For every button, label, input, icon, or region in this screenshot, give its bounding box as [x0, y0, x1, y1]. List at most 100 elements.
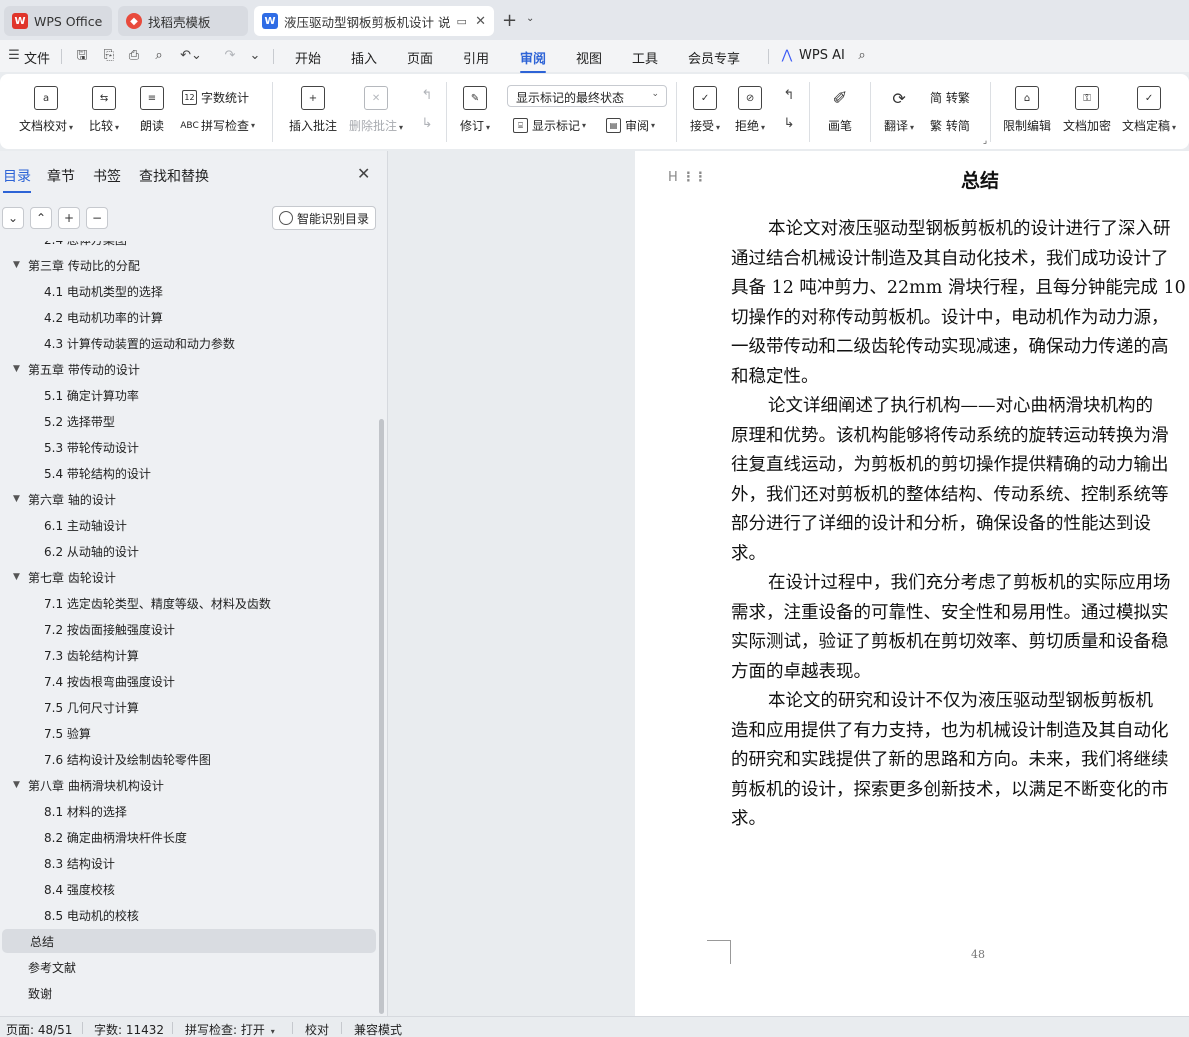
compare-button[interactable]: ⇆ 比较 ▾: [89, 86, 119, 134]
pen-button[interactable]: ✐ 画笔: [828, 86, 852, 134]
doc-proof-button[interactable]: a 文档校对 ▾: [19, 86, 73, 134]
spell-check-status[interactable]: 拼写检查: 打开 ▾: [185, 1021, 275, 1037]
scrollbar[interactable]: [379, 419, 384, 1014]
toc-chapter-item[interactable]: 参考文献: [0, 955, 376, 979]
toc-section-item[interactable]: 8.1 材料的选择: [0, 799, 376, 823]
toc-section-item[interactable]: 8.2 确定曲柄滑块杆件长度: [0, 825, 376, 849]
tab-docer-templates[interactable]: ◆ 找稻壳模板: [118, 6, 248, 36]
toc-section-item[interactable]: 7.4 按齿根弯曲强度设计: [0, 669, 376, 693]
reject-button[interactable]: ⊘ 拒绝 ▾: [735, 86, 765, 134]
nav-tab-bookmarks[interactable]: 书签: [93, 166, 121, 186]
wps-ai-button[interactable]: WPS AI: [799, 48, 845, 63]
toc-chapter-item[interactable]: 总结: [2, 929, 376, 953]
file-menu[interactable]: 文件: [24, 48, 50, 67]
toc-section-item[interactable]: 7.6 结构设计及绘制齿轮零件图: [0, 747, 376, 771]
menu-tab-reference[interactable]: 引用: [463, 48, 489, 67]
document-page[interactable]: H ⋮⋮ 总结 本论文对液压驱动型钢板剪板机的设计进行了深入研 通过结合机械设计制造…: [635, 151, 1189, 1016]
menu-tab-tools[interactable]: 工具: [632, 48, 658, 67]
toc-section-item[interactable]: 2.4 总体方案图: [0, 241, 376, 251]
toc-chapter-item[interactable]: ▼ 第六章 轴的设计: [0, 487, 376, 511]
toc-section-item[interactable]: 5.1 确定计算功率: [0, 383, 376, 407]
expand-arrow-icon[interactable]: ▼: [13, 364, 20, 374]
toc-section-item[interactable]: 8.5 电动机的校核: [0, 903, 376, 927]
show-markup-button[interactable]: ⌸ 显示标记 ▾: [513, 117, 586, 134]
translate-button[interactable]: ⟳ 翻译 ▾: [884, 86, 914, 134]
toc-section-item[interactable]: 5.2 选择带型: [0, 409, 376, 433]
new-tab-plus-icon[interactable]: +: [502, 10, 517, 31]
finalize-doc-button[interactable]: ✓ 文档定稿 ▾: [1122, 86, 1176, 134]
smart-toc-button[interactable]: 智能识别目录: [272, 206, 376, 230]
track-changes-button[interactable]: ✎ 修订 ▾: [460, 86, 490, 134]
expand-arrow-icon[interactable]: ▼: [13, 572, 20, 582]
toc-section-item[interactable]: 7.5 几何尺寸计算: [0, 695, 376, 719]
toc-section-item[interactable]: 4.1 电动机类型的选择: [0, 279, 376, 303]
expand-arrow-icon[interactable]: ▼: [13, 260, 20, 270]
print-preview-icon[interactable]: ⌕: [151, 49, 167, 63]
undo-icon[interactable]: ↶⌄: [179, 49, 203, 63]
toc-section-item[interactable]: 7.3 齿轮结构计算: [0, 643, 376, 667]
expand-up-button[interactable]: ⌃: [30, 207, 52, 229]
word-count-button[interactable]: 12 字数统计: [182, 89, 249, 106]
menu-tab-membership[interactable]: 会员专享: [688, 48, 740, 67]
menu-tab-start[interactable]: 开始: [295, 48, 321, 67]
search-icon[interactable]: ⌕: [854, 49, 870, 63]
toc-section-item[interactable]: 7.1 选定齿轮类型、精度等级、材料及齿数: [0, 591, 376, 615]
review-pane-button[interactable]: ▤ 审阅 ▾: [606, 117, 655, 134]
toc-section-item[interactable]: 6.2 从动轴的设计: [0, 539, 376, 563]
read-aloud-button[interactable]: ≡ 朗读: [140, 86, 164, 134]
spell-check-button[interactable]: ABC 拼写检查 ▾: [180, 117, 255, 134]
previous-change-icon[interactable]: ↰: [781, 89, 797, 103]
menu-tab-view[interactable]: 视图: [576, 48, 602, 67]
toc-chapter-item[interactable]: 致谢: [0, 981, 376, 1005]
delete-comment-button[interactable]: ✕ 删除批注 ▾: [349, 86, 403, 134]
toc-section-item[interactable]: 5.4 带轮结构的设计: [0, 461, 376, 485]
markup-state-select[interactable]: 显示标记的最终状态 ⌄: [507, 85, 667, 107]
page-indicator[interactable]: 页面: 48/51: [6, 1021, 72, 1037]
toc-section-item[interactable]: 7.5 验算: [0, 721, 376, 745]
toc-chapter-item[interactable]: ▼ 第八章 曲柄滑块机构设计: [0, 773, 376, 797]
hamburger-menu-icon[interactable]: ☰: [6, 49, 22, 63]
toc-section-item[interactable]: 5.3 带轮传动设计: [0, 435, 376, 459]
previous-comment-icon[interactable]: ↰: [419, 89, 435, 103]
close-icon[interactable]: ✕: [475, 14, 486, 29]
nav-tab-sections[interactable]: 章节: [47, 166, 75, 186]
menu-tab-review[interactable]: 审阅: [520, 48, 547, 73]
insert-comment-button[interactable]: + 插入批注: [289, 86, 337, 134]
monitor-icon[interactable]: ▭: [456, 15, 466, 28]
toc-section-item[interactable]: 6.1 主动轴设计: [0, 513, 376, 537]
toc-section-item[interactable]: 4.2 电动机功率的计算: [0, 305, 376, 329]
expand-arrow-icon[interactable]: ▼: [13, 494, 20, 504]
next-change-icon[interactable]: ↳: [781, 117, 797, 131]
restrict-edit-button[interactable]: ⌂ 限制编辑: [1003, 86, 1051, 134]
menu-tab-insert[interactable]: 插入: [351, 48, 377, 67]
tab-wps-office[interactable]: W WPS Office: [4, 6, 112, 36]
proofread-status[interactable]: 校对: [305, 1021, 329, 1037]
chevron-down-icon[interactable]: ⌄: [247, 49, 263, 63]
toc-section-item[interactable]: 8.4 强度校核: [0, 877, 376, 901]
menu-tab-page[interactable]: 页面: [407, 48, 433, 67]
toc-chapter-item[interactable]: ▼ 第五章 带传动的设计: [0, 357, 376, 381]
remove-heading-button[interactable]: −: [86, 207, 108, 229]
redo-icon[interactable]: ↷: [222, 49, 238, 63]
toc-chapter-item[interactable]: ▼ 第七章 齿轮设计: [0, 565, 376, 589]
nav-tab-find-replace[interactable]: 查找和替换: [139, 166, 209, 186]
share-icon[interactable]: ⎘: [101, 49, 117, 63]
tab-current-document[interactable]: W 液压驱动型钢板剪板机设计 说 ▭ ✕: [254, 6, 494, 36]
print-icon[interactable]: ⎙: [126, 49, 142, 63]
toc-chapter-item[interactable]: ▼ 第三章 传动比的分配: [0, 253, 376, 277]
toc-section-item[interactable]: 7.2 按齿面接触强度设计: [0, 617, 376, 641]
add-heading-button[interactable]: +: [58, 207, 80, 229]
next-comment-icon[interactable]: ↳: [419, 117, 435, 131]
word-count-status[interactable]: 字数: 11432: [94, 1021, 164, 1037]
nav-tab-toc[interactable]: 目录: [3, 166, 31, 193]
accept-button[interactable]: ✓ 接受 ▾: [690, 86, 720, 134]
close-icon[interactable]: ✕: [357, 164, 370, 183]
encrypt-doc-button[interactable]: ⚿ 文档加密: [1063, 86, 1111, 134]
document-canvas[interactable]: H ⋮⋮ 总结 本论文对液压驱动型钢板剪板机的设计进行了深入研 通过结合机械设计制造…: [389, 151, 1189, 1016]
expand-arrow-icon[interactable]: ▼: [13, 780, 20, 790]
to-traditional-button[interactable]: 简 转繁: [930, 89, 970, 106]
collapse-all-button[interactable]: ⌄: [2, 207, 24, 229]
toc-section-item[interactable]: 8.3 结构设计: [0, 851, 376, 875]
toc-section-item[interactable]: 4.3 计算传动装置的运动和动力参数: [0, 331, 376, 355]
to-simplified-button[interactable]: 繁 转简: [930, 117, 970, 134]
